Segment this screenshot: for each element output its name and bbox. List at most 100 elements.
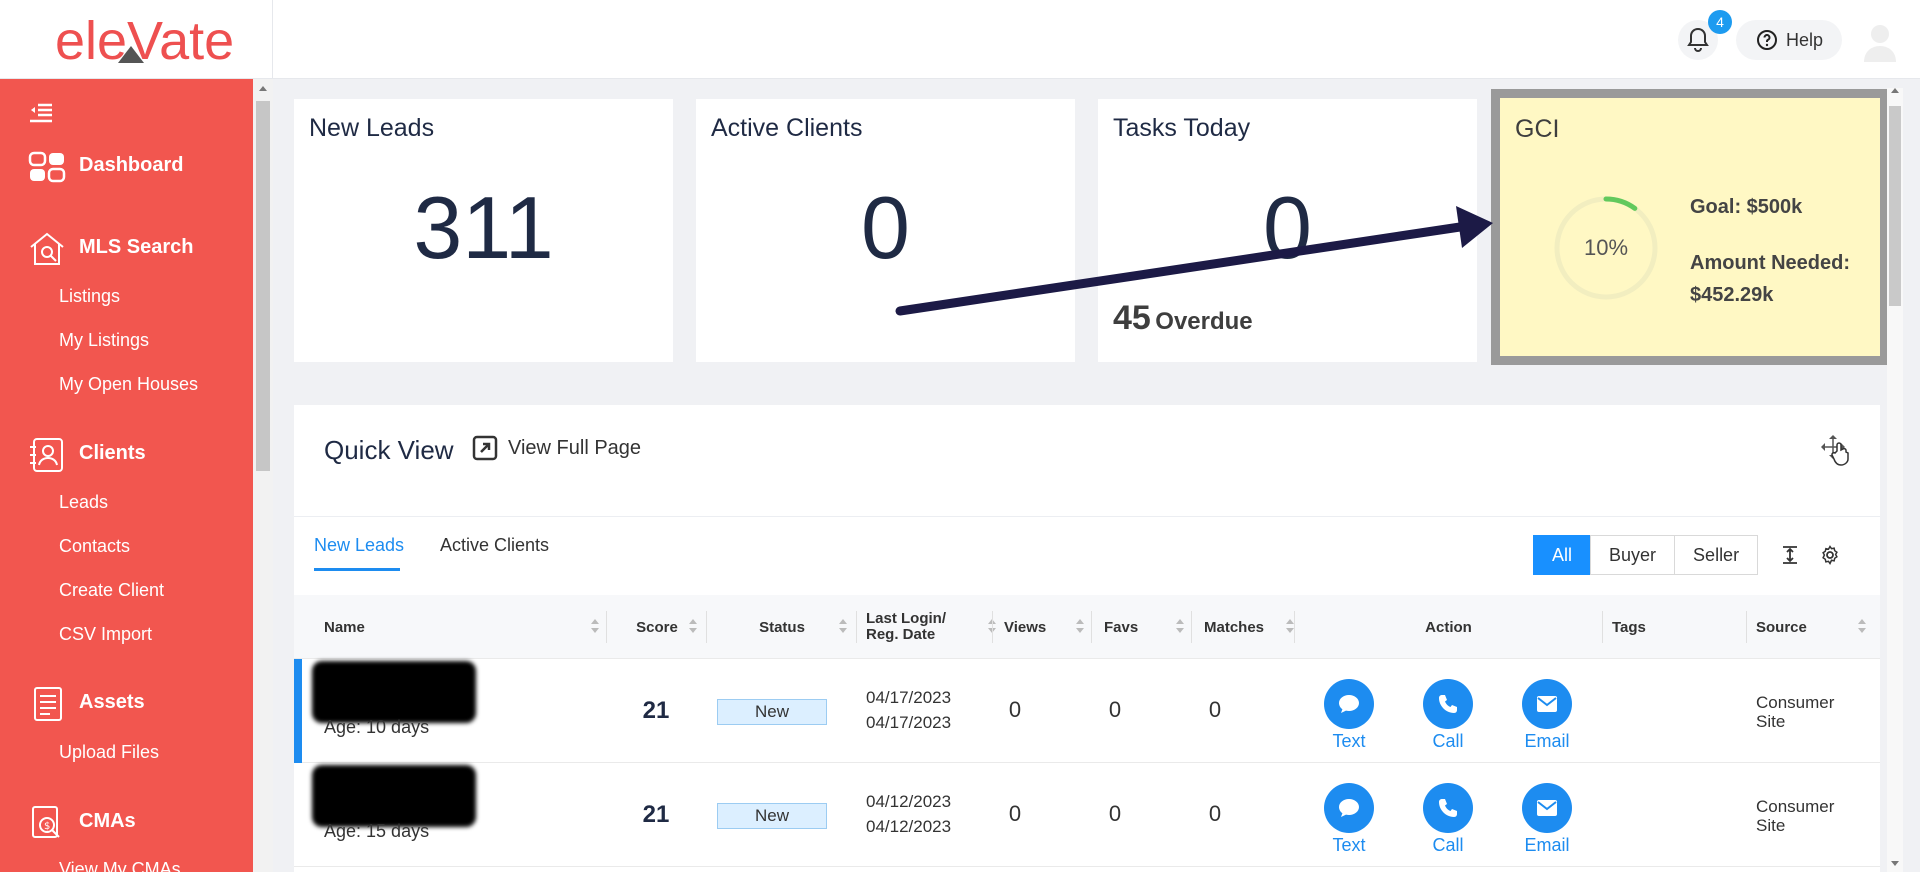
quick-view-title: Quick View bbox=[324, 435, 454, 465]
text-action-button[interactable]: Text bbox=[1319, 679, 1379, 752]
column-header-status[interactable]: Status bbox=[707, 595, 857, 659]
main-scrollbar[interactable] bbox=[1887, 88, 1903, 872]
collapse-menu-icon[interactable] bbox=[28, 101, 54, 125]
column-header-name[interactable]: Name bbox=[324, 595, 614, 659]
clients-icon bbox=[30, 438, 63, 472]
sidebar-item-csv-import[interactable]: CSV Import bbox=[59, 624, 152, 645]
scroll-down-arrow-icon[interactable] bbox=[1891, 861, 1899, 866]
sidebar-item-listings[interactable]: Listings bbox=[59, 286, 120, 307]
house-search-icon bbox=[30, 232, 64, 265]
scrollbar-thumb[interactable] bbox=[1889, 106, 1901, 306]
table-header: Name Score Status Last Login/ Reg. Date … bbox=[294, 595, 1880, 659]
sidebar-item-my-listings[interactable]: My Listings bbox=[59, 330, 149, 351]
filter-seller-button[interactable]: Seller bbox=[1674, 535, 1759, 575]
column-divider bbox=[1191, 611, 1192, 643]
table-row[interactable]: Age: 10 days 21 New 04/17/2023 04/17/202… bbox=[294, 659, 1880, 763]
filter-all-button[interactable]: All bbox=[1533, 535, 1592, 575]
call-label: Call bbox=[1432, 835, 1464, 855]
sort-icon[interactable] bbox=[1176, 619, 1184, 633]
svg-text:$: $ bbox=[44, 821, 50, 832]
registration-date: 04/17/2023 bbox=[866, 713, 952, 732]
sort-icon[interactable] bbox=[1076, 619, 1084, 633]
column-label: Tags bbox=[1612, 618, 1646, 636]
envelope-icon bbox=[1522, 679, 1572, 729]
filter-buyer-button[interactable]: Buyer bbox=[1590, 535, 1676, 575]
sidebar-item-leads[interactable]: Leads bbox=[59, 492, 108, 513]
overdue-summary[interactable]: 45 Overdue bbox=[1113, 299, 1253, 338]
lead-source: Consumer Site bbox=[1756, 797, 1834, 835]
table-tools bbox=[1780, 545, 1840, 565]
call-action-button[interactable]: Call bbox=[1418, 679, 1478, 752]
email-action-button[interactable]: Email bbox=[1517, 679, 1577, 752]
scroll-up-arrow-icon[interactable] bbox=[259, 86, 267, 91]
drag-move-icon[interactable] bbox=[1819, 433, 1853, 469]
call-action-button[interactable]: Call bbox=[1418, 783, 1478, 856]
column-header-matches[interactable]: Matches bbox=[1204, 595, 1304, 659]
sidebar-item-label: Clients bbox=[79, 442, 146, 464]
sidebar-item-view-my-cmas[interactable]: View My CMAs bbox=[59, 859, 181, 872]
sidebar: Dashboard MLS Search Listings My Listing… bbox=[0, 79, 253, 872]
sort-icon[interactable] bbox=[591, 619, 599, 633]
logo-area: eleVate bbox=[0, 0, 273, 79]
help-button[interactable]: Help bbox=[1736, 20, 1842, 60]
favs-count: 0 bbox=[1108, 697, 1122, 722]
view-full-page-link[interactable]: View Full Page bbox=[472, 435, 641, 461]
filter-segmented-control: All Buyer Seller bbox=[1533, 535, 1759, 575]
gci-card[interactable]: GCI 10% Goal: $500k Amount Needed: $452.… bbox=[1491, 89, 1889, 365]
text-action-button[interactable]: Text bbox=[1319, 783, 1379, 856]
sort-icon[interactable] bbox=[689, 619, 697, 633]
column-header-tags: Tags bbox=[1612, 595, 1742, 659]
email-label: Email bbox=[1524, 835, 1570, 855]
tab-new-leads[interactable]: New Leads bbox=[314, 535, 404, 556]
lead-age: Age: 15 days bbox=[324, 821, 430, 841]
sort-icon[interactable] bbox=[1286, 619, 1294, 633]
column-header-views[interactable]: Views bbox=[1004, 595, 1094, 659]
tasks-today-card[interactable]: Tasks Today 0 45 Overdue bbox=[1098, 99, 1477, 362]
quick-view-panel: Quick View View Full Page New Leads Acti… bbox=[294, 405, 1880, 872]
column-divider bbox=[1746, 611, 1747, 643]
column-divider bbox=[1091, 611, 1092, 643]
source-line: Consumer bbox=[1756, 693, 1835, 712]
settings-gear-icon[interactable] bbox=[1820, 545, 1840, 565]
source-line: Site bbox=[1756, 712, 1786, 731]
table-row[interactable]: Age: 15 days 21 New 04/12/2023 04/12/202… bbox=[294, 763, 1880, 867]
user-avatar[interactable] bbox=[1858, 18, 1902, 62]
column-header-score[interactable]: Score bbox=[607, 595, 707, 659]
sidebar-item-create-client[interactable]: Create Client bbox=[59, 580, 164, 601]
help-label: Help bbox=[1786, 29, 1824, 50]
status-badge: New bbox=[717, 803, 827, 829]
sidebar-item-my-open-houses[interactable]: My Open Houses bbox=[59, 374, 198, 395]
column-label: Score bbox=[636, 618, 678, 636]
views-count: 0 bbox=[1008, 801, 1022, 826]
column-header-favs[interactable]: Favs bbox=[1104, 595, 1194, 659]
tab-active-clients[interactable]: Active Clients bbox=[440, 535, 549, 556]
matches-count: 0 bbox=[1208, 697, 1222, 722]
app-logo[interactable]: eleVate bbox=[55, 10, 234, 72]
sidebar-item-label: Dashboard bbox=[79, 154, 184, 176]
document-icon bbox=[34, 687, 62, 721]
top-bar: eleVate 4 Help bbox=[0, 0, 1920, 79]
column-header-source[interactable]: Source bbox=[1756, 595, 1876, 659]
column-divider bbox=[992, 611, 993, 643]
card-title: Active Clients bbox=[711, 114, 863, 142]
sidebar-item-contacts[interactable]: Contacts bbox=[59, 536, 130, 557]
sidebar-item-label: MLS Search bbox=[79, 236, 194, 258]
call-label: Call bbox=[1432, 731, 1464, 751]
sidebar-scrollbar[interactable] bbox=[253, 79, 273, 872]
email-action-button[interactable]: Email bbox=[1517, 783, 1577, 856]
active-clients-card[interactable]: Active Clients 0 bbox=[696, 99, 1075, 362]
scrollbar-thumb[interactable] bbox=[256, 101, 270, 471]
column-label: Favs bbox=[1104, 618, 1139, 636]
gci-percent: 10% bbox=[1583, 235, 1629, 260]
column-header-last-login[interactable]: Last Login/ Reg. Date bbox=[866, 595, 996, 659]
sidebar-item-upload-files[interactable]: Upload Files bbox=[59, 742, 159, 763]
scroll-up-arrow-icon[interactable] bbox=[1891, 88, 1899, 93]
redacted-name bbox=[312, 765, 476, 827]
sort-icon[interactable] bbox=[1858, 619, 1866, 633]
sort-icon[interactable] bbox=[839, 619, 847, 633]
envelope-icon bbox=[1522, 783, 1572, 833]
column-height-icon[interactable] bbox=[1780, 545, 1800, 565]
status-badge: New bbox=[717, 699, 827, 725]
login-dates: 04/17/2023 04/17/2023 bbox=[866, 685, 951, 735]
new-leads-card[interactable]: New Leads 311 bbox=[294, 99, 673, 362]
